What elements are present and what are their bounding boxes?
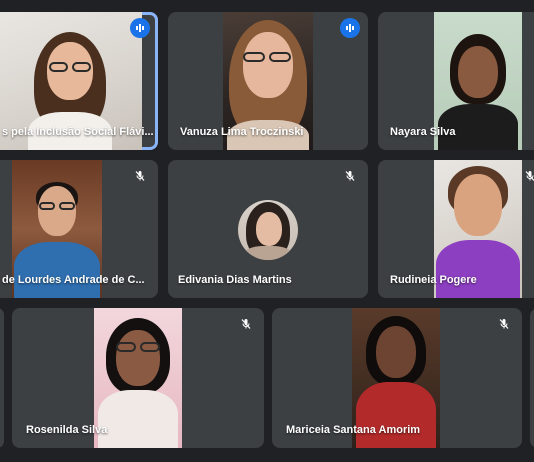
participant-tile-partial-left	[0, 308, 4, 448]
mic-off-icon	[340, 166, 360, 186]
participant-name: Nayara Silva	[390, 126, 456, 138]
participant-name: Mariceia Santana Amorim	[286, 424, 421, 436]
mic-off-icon	[236, 314, 256, 334]
mic-off-icon	[494, 314, 514, 334]
participant-tile-7[interactable]: Rosenilda Silva	[12, 308, 264, 448]
participant-tile-6[interactable]: Rudineia Pogere	[378, 160, 534, 298]
participant-name: s pela Inclusão Social Flávi...	[2, 126, 154, 138]
participant-tile-5[interactable]: Edivania Dias Martins	[168, 160, 368, 298]
participant-name: de Lourdes Andrade de C...	[2, 274, 145, 286]
participant-tile-4[interactable]: de Lourdes Andrade de C...	[0, 160, 158, 298]
audio-level-icon	[340, 18, 360, 38]
participant-tile-8[interactable]: Mariceia Santana Amorim	[272, 308, 522, 448]
participant-name: Vanuza Lima Troczinski	[180, 126, 304, 138]
audio-level-icon	[130, 18, 150, 38]
participant-name: Edivania Dias Martins	[178, 274, 292, 286]
mic-off-icon	[520, 166, 534, 186]
participant-name: Rudineia Pogere	[390, 274, 477, 286]
participant-name: Rosenilda Silva	[26, 424, 108, 436]
participant-tile-3[interactable]: Nayara Silva	[378, 12, 534, 150]
participant-tile-1[interactable]: s pela Inclusão Social Flávi...	[0, 12, 158, 150]
mic-off-icon	[130, 166, 150, 186]
participant-tile-2[interactable]: Vanuza Lima Troczinski	[168, 12, 368, 150]
participant-tile-partial-right	[530, 308, 534, 448]
avatar	[238, 200, 298, 260]
